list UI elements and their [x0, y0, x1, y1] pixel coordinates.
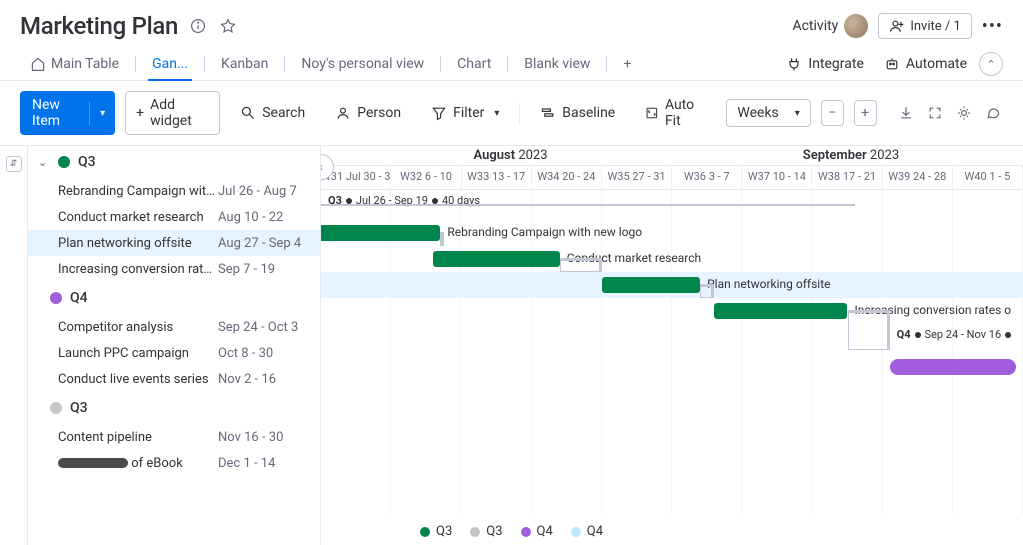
activity-label: Activity [792, 18, 838, 34]
filter-icon [431, 105, 447, 121]
group-name: Q3 [78, 154, 96, 170]
task-row[interactable]: Competitor analysisSep 24 - Oct 3 [28, 314, 320, 340]
info-icon[interactable] [188, 16, 208, 36]
board-header: Marketing Plan Activity Invite / 1 ••• [0, 0, 1023, 48]
group-color-dot [50, 402, 62, 414]
baseline-button[interactable]: Baseline [530, 100, 625, 126]
week-cell: W36 3 - 7 [672, 166, 742, 189]
chevron-down-icon: ⌄ [38, 156, 50, 169]
month-september: September 2023 [679, 146, 1023, 165]
task-list-panel: ⌄ Q3 Rebranding Campaign with ne...Jul 2… [28, 146, 321, 545]
month-header: August 2023 September 2023 [321, 146, 1023, 166]
group-header-q4[interactable]: Q4 [28, 282, 320, 314]
invite-button[interactable]: Invite / 1 [878, 13, 971, 39]
month-august: August 2023 [342, 146, 679, 165]
download-icon[interactable] [897, 102, 916, 124]
week-cell: W33 13 - 17 [462, 166, 532, 189]
task-row[interactable]: of eBookDec 1 - 14 [28, 450, 320, 476]
zoom-out-button[interactable]: − [821, 100, 844, 126]
add-view-button[interactable]: + [613, 48, 641, 80]
week-cell: W39 24 - 28 [883, 166, 953, 189]
collapse-header-button[interactable]: ⌃ [979, 52, 1003, 76]
settings-icon[interactable] [955, 102, 974, 124]
filter-button[interactable]: Filter▾ [421, 100, 509, 126]
robot-icon [884, 56, 900, 72]
timescale-select[interactable]: Weeks▾ [726, 99, 810, 127]
group-header-q3b[interactable]: Q3 [28, 392, 320, 424]
person-add-icon [889, 18, 905, 34]
search-icon [240, 105, 256, 121]
tab-blank[interactable]: Blank view [514, 48, 600, 80]
task-row[interactable]: Conduct live events seriesNov 2 - 16 [28, 366, 320, 392]
week-cell: W34 20 - 24 [532, 166, 602, 189]
group-summary: Q4Sep 24 - Nov 16 [897, 328, 1012, 341]
legend-item[interactable]: Q3 [470, 524, 502, 539]
new-item-button[interactable]: New Item ▾ [20, 91, 115, 135]
legend: Q3 Q3 Q4 Q4 [0, 524, 1023, 539]
plug-icon [786, 56, 802, 72]
add-widget-button[interactable]: +Add widget [125, 91, 220, 135]
week-cell: W35 27 - 31 [602, 166, 672, 189]
week-cell: W37 10 - 14 [742, 166, 812, 189]
task-row[interactable]: Plan networking offsiteAug 27 - Sep 4 [28, 230, 320, 256]
chevron-down-icon: ▾ [494, 108, 499, 119]
gantt-body: Q3Jul 26 - Sep 1940 days Rebranding Camp… [321, 190, 1023, 514]
task-row[interactable]: Increasing conversion rates o...Sep 7 - … [28, 256, 320, 282]
task-row[interactable]: Rebranding Campaign with ne...Jul 26 - A… [28, 178, 320, 204]
board-title[interactable]: Marketing Plan [20, 12, 178, 40]
chevron-down-icon: ▾ [795, 108, 800, 119]
gantt-bar[interactable] [714, 303, 847, 319]
search-button[interactable]: Search [230, 100, 315, 126]
week-cell: W38 17 - 21 [812, 166, 882, 189]
view-tabs: Main Table Gan... Kanban Noy's personal … [0, 48, 1023, 81]
legend-item[interactable]: Q4 [521, 524, 553, 539]
star-icon[interactable] [218, 16, 238, 36]
gantt-bar[interactable] [433, 251, 559, 267]
more-icon[interactable]: ••• [982, 16, 1003, 37]
autofit-icon [645, 105, 659, 121]
tab-personal[interactable]: Noy's personal view [291, 48, 434, 80]
gantt-bar[interactable] [321, 225, 440, 241]
chevron-down-icon[interactable]: ▾ [89, 102, 115, 125]
avatar [844, 14, 868, 38]
group-header-q3[interactable]: ⌄ Q3 [28, 146, 320, 178]
tab-gantt[interactable]: Gan... [142, 48, 198, 80]
person-filter-button[interactable]: Person [325, 100, 411, 126]
week-cell: W40 1 - 5 [953, 166, 1023, 189]
week-header: W31 Jul 30 - 3W32 6 - 10W33 13 - 17W34 2… [321, 166, 1023, 190]
invite-label: Invite / 1 [910, 19, 960, 34]
tab-main-table[interactable]: Main Table [20, 48, 129, 80]
home-icon [30, 56, 46, 72]
legend-item[interactable]: Q3 [420, 524, 452, 539]
zoom-in-button[interactable]: + [854, 100, 877, 126]
autofit-button[interactable]: Auto Fit [635, 92, 716, 134]
week-cell: W32 6 - 10 [391, 166, 461, 189]
task-row[interactable]: Launch PPC campaignOct 8 - 30 [28, 340, 320, 366]
tab-kanban[interactable]: Kanban [211, 48, 278, 80]
group-color-dot [58, 156, 70, 168]
task-row[interactable]: Conduct market researchAug 10 - 22 [28, 204, 320, 230]
gantt-toolbar: New Item ▾ +Add widget Search Person Fil… [0, 81, 1023, 146]
gantt-bar[interactable] [602, 277, 700, 293]
group-name: Q3 [70, 400, 88, 416]
collapse-column: ⇵ [0, 146, 28, 545]
gantt-workspace: ⇵ ⌄ Q3 Rebranding Campaign with ne...Jul… [0, 146, 1023, 545]
task-row[interactable]: Content pipelineNov 16 - 30 [28, 424, 320, 450]
automate-button[interactable]: Automate [876, 50, 975, 78]
collapse-all-button[interactable]: ⇵ [6, 156, 22, 172]
baseline-icon [540, 105, 556, 121]
person-icon [335, 105, 351, 121]
legend-item[interactable]: Q4 [571, 524, 603, 539]
gantt-chart[interactable]: ‹ August 2023 September 2023 W31 Jul 30 … [321, 146, 1023, 545]
group-name: Q4 [70, 290, 88, 306]
chat-icon[interactable] [984, 102, 1003, 124]
group-color-dot [50, 292, 62, 304]
integrate-button[interactable]: Integrate [778, 50, 872, 78]
fullscreen-icon[interactable] [926, 102, 945, 124]
gantt-bar[interactable] [890, 359, 1016, 375]
activity-button[interactable]: Activity [792, 14, 868, 38]
tab-chart[interactable]: Chart [447, 48, 501, 80]
